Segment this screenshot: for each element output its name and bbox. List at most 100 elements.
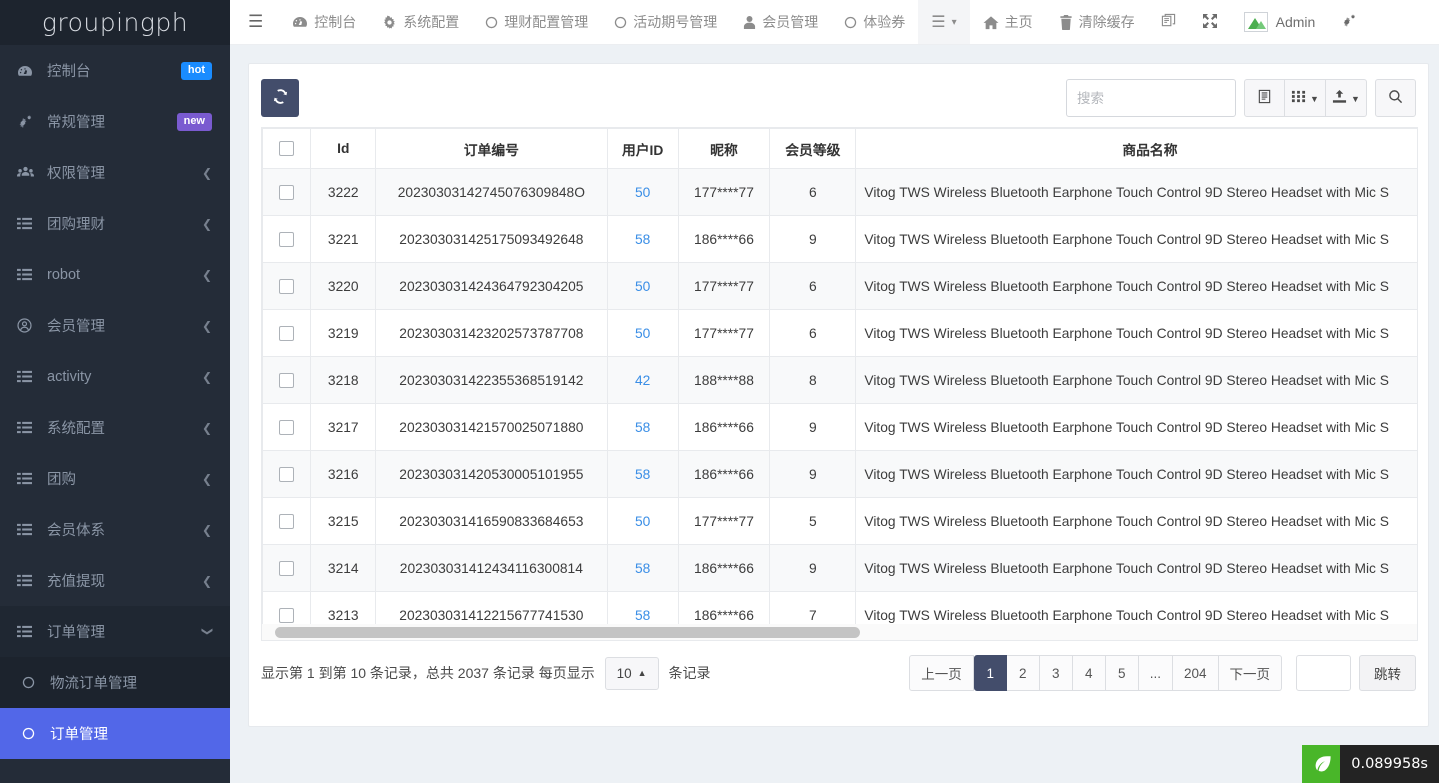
row-checkbox-cell <box>263 310 311 357</box>
nav-item-1[interactable]: 系统配置 <box>369 0 472 44</box>
nav-right-item-1[interactable]: 清除缓存 <box>1046 0 1148 44</box>
cell-user-id[interactable]: 42 <box>607 357 678 404</box>
column-header-id[interactable]: Id <box>311 129 376 169</box>
select-all-checkbox[interactable] <box>279 141 294 156</box>
cell-id: 3218 <box>311 357 376 404</box>
row-checkbox[interactable] <box>279 279 294 294</box>
horizontal-scrollbar[interactable] <box>261 624 1418 641</box>
nav-item-label: 会员管理 <box>762 12 818 32</box>
row-checkbox[interactable] <box>279 185 294 200</box>
nav-item-3[interactable]: 活动期号管理 <box>601 0 730 44</box>
column-header-level[interactable]: 会员等级 <box>770 129 856 169</box>
cell-level: 5 <box>770 498 856 545</box>
page-button-2[interactable]: 2 <box>1007 655 1040 691</box>
cell-user-id[interactable]: 58 <box>607 404 678 451</box>
page-button-4[interactable]: 4 <box>1073 655 1106 691</box>
row-checkbox[interactable] <box>279 232 294 247</box>
table-row[interactable]: 322120230303142517509349264858186****669… <box>263 216 1419 263</box>
nav-item-label: 控制台 <box>314 12 356 32</box>
column-header-nickname[interactable]: 昵称 <box>678 129 770 169</box>
performance-time: 0.089958s <box>1340 745 1439 783</box>
table-row[interactable]: 321720230303142157002507188058186****669… <box>263 404 1419 451</box>
row-checkbox-cell <box>263 498 311 545</box>
row-checkbox[interactable] <box>279 373 294 388</box>
brand-header[interactable]: groupingph <box>0 0 230 45</box>
cell-nickname: 186****66 <box>678 451 770 498</box>
table-row[interactable]: 321320230303141221567774153058186****667… <box>263 592 1419 625</box>
cell-user-id[interactable]: 58 <box>607 451 678 498</box>
sidebar-item-8[interactable]: 团购❮ <box>0 453 230 504</box>
table-row[interactable]: 321420230303141243411630081458186****669… <box>263 545 1419 592</box>
sidebar-toggle-button[interactable]: ☰ <box>230 0 279 44</box>
table-row[interactable]: 321820230303142235536851914242188****888… <box>263 357 1419 404</box>
row-checkbox[interactable] <box>279 514 294 529</box>
user-name: Admin <box>1276 14 1316 30</box>
columns-button[interactable]: ▼ <box>1285 79 1326 117</box>
cell-user-id[interactable]: 50 <box>607 310 678 357</box>
row-checkbox[interactable] <box>279 608 294 623</box>
row-checkbox[interactable] <box>279 326 294 341</box>
sidebar-item-7[interactable]: 系统配置❮ <box>0 402 230 453</box>
nav-item-5[interactable]: 体验券 <box>831 0 918 44</box>
sidebar-item-3[interactable]: 团购理财❮ <box>0 198 230 249</box>
row-checkbox[interactable] <box>279 467 294 482</box>
cell-user-id[interactable]: 58 <box>607 592 678 625</box>
sidebar-item-10[interactable]: 充值提现❮ <box>0 555 230 606</box>
nav-item-4[interactable]: 会员管理 <box>730 0 831 44</box>
sidebar-item-2[interactable]: 权限管理❮ <box>0 147 230 198</box>
scrollbar-thumb[interactable] <box>275 627 860 638</box>
cell-user-id[interactable]: 58 <box>607 216 678 263</box>
more-menu-caret-icon: ▾ <box>952 17 957 28</box>
sidebar-subitem-0[interactable]: 物流订单管理 <box>0 657 230 708</box>
window-restore-button[interactable] <box>1148 0 1189 44</box>
column-header-user-id[interactable]: 用户ID <box>607 129 678 169</box>
column-header-order-no[interactable]: 订单编号 <box>376 129 608 169</box>
more-menu-button[interactable]: ☰ ▾ <box>918 0 969 44</box>
next-page-button[interactable]: 下一页 <box>1219 655 1283 691</box>
sidebar-item-9[interactable]: 会员体系❮ <box>0 504 230 555</box>
fullscreen-button[interactable] <box>1189 0 1231 44</box>
sidebar-item-label: robot <box>47 267 202 283</box>
jump-button[interactable]: 跳转 <box>1359 655 1416 691</box>
search-input[interactable] <box>1066 79 1236 117</box>
export-button[interactable]: ▼ <box>1326 79 1367 117</box>
refresh-button[interactable] <box>261 79 299 117</box>
page-size-selector[interactable]: 10 ▲ <box>605 657 659 690</box>
page-button-3[interactable]: 3 <box>1040 655 1073 691</box>
row-checkbox[interactable] <box>279 420 294 435</box>
sidebar-item-0[interactable]: 控制台hot <box>0 45 230 96</box>
cell-user-id[interactable]: 50 <box>607 169 678 216</box>
page-button-1[interactable]: 1 <box>974 655 1007 691</box>
toggle-view-button[interactable] <box>1244 79 1285 117</box>
column-header-product[interactable]: 商品名称 <box>856 129 1418 169</box>
cell-user-id[interactable]: 50 <box>607 263 678 310</box>
cell-user-id[interactable]: 58 <box>607 545 678 592</box>
row-checkbox[interactable] <box>279 561 294 576</box>
user-menu[interactable]: Admin <box>1231 0 1329 44</box>
nav-item-0[interactable]: 控制台 <box>279 0 369 44</box>
sidebar-item-6[interactable]: activity❮ <box>0 351 230 402</box>
sidebar-item-5[interactable]: 会员管理❮ <box>0 300 230 351</box>
table-row[interactable]: 322020230303142436479230420550177****776… <box>263 263 1419 310</box>
page-button-...[interactable]: ... <box>1139 655 1173 691</box>
sidebar-subitem-1[interactable]: 订单管理 <box>0 708 230 759</box>
nav-item-2[interactable]: 理财配置管理 <box>472 0 601 44</box>
settings-button[interactable] <box>1328 0 1375 44</box>
jump-page-input[interactable] <box>1296 655 1351 691</box>
sidebar-item-order-management[interactable]: 订单管理❯ <box>0 606 230 657</box>
table-row[interactable]: 321520230303141659083368465350177****775… <box>263 498 1419 545</box>
search-button[interactable] <box>1375 79 1416 117</box>
page-button-204[interactable]: 204 <box>1173 655 1219 691</box>
circle-icon <box>22 676 42 689</box>
cell-user-id[interactable]: 50 <box>607 498 678 545</box>
sidebar-item-4[interactable]: robot❮ <box>0 249 230 300</box>
table-row[interactable]: 321920230303142320257378770850177****776… <box>263 310 1419 357</box>
table-row[interactable]: 322220230303142745076309848O50177****776… <box>263 169 1419 216</box>
cell-order-no: 202303031416590833684653 <box>376 498 608 545</box>
nav-right-item-0[interactable]: 主页 <box>970 0 1046 44</box>
list-icon <box>17 267 38 282</box>
prev-page-button[interactable]: 上一页 <box>909 655 974 691</box>
sidebar-item-1[interactable]: 常规管理new <box>0 96 230 147</box>
table-row[interactable]: 321620230303142053000510195558186****669… <box>263 451 1419 498</box>
page-button-5[interactable]: 5 <box>1106 655 1139 691</box>
